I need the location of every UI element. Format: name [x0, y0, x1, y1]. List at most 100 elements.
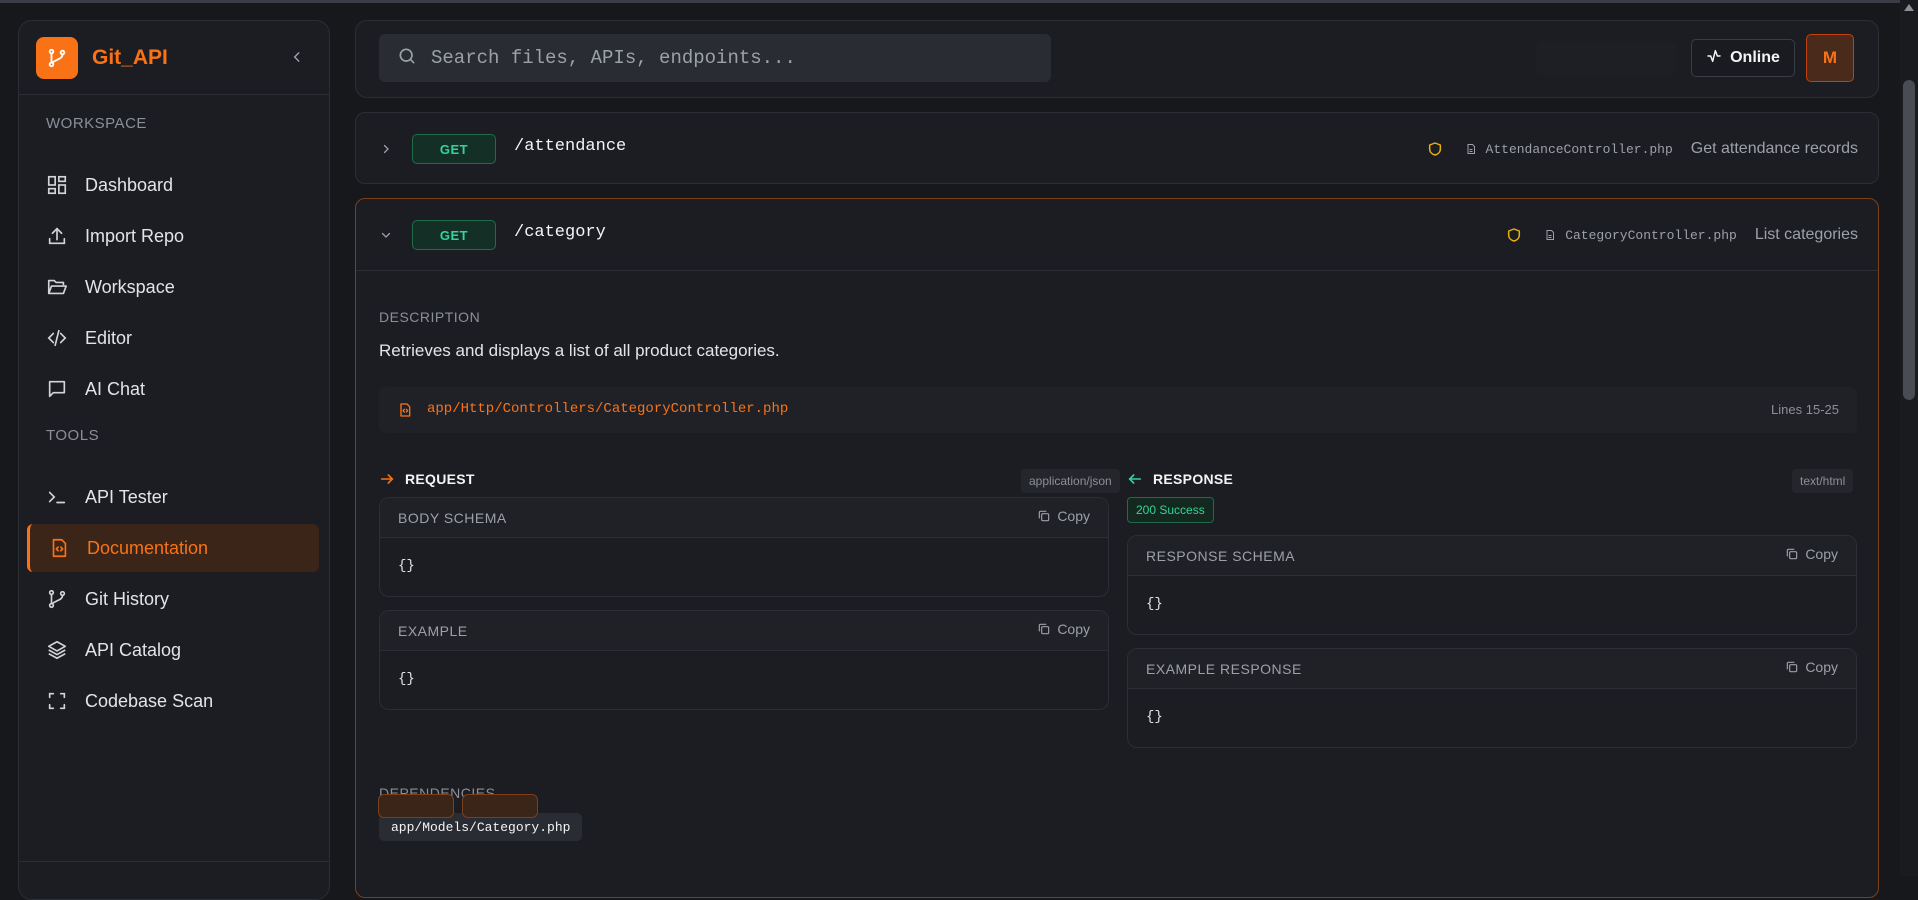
response-schema-label: RESPONSE SCHEMA — [1146, 548, 1296, 564]
response-title-label: RESPONSE — [1153, 471, 1234, 487]
file-code-icon — [47, 536, 71, 560]
endpoint-category: GET /category CategoryController.php Lis… — [355, 198, 1879, 898]
sidebar-item-codebase-scan[interactable]: Codebase Scan — [27, 677, 319, 725]
grid-icon — [45, 173, 69, 197]
tag-chip[interactable] — [378, 794, 454, 818]
git-branch-icon — [45, 587, 69, 611]
top-header: Online M — [355, 20, 1879, 98]
copy-button[interactable]: Copy — [1785, 659, 1838, 675]
header-placeholder — [1536, 41, 1676, 75]
copy-button[interactable]: Copy — [1037, 621, 1090, 637]
body-schema-box: BODY SCHEMA Copy {} — [379, 497, 1109, 597]
source-file-bar[interactable]: app/Http/Controllers/CategoryController.… — [379, 387, 1857, 433]
section-label-tools: TOOLS — [46, 427, 100, 444]
endpoint-attendance: GET /attendance AttendanceController.php… — [355, 112, 1879, 184]
copy-label: Copy — [1805, 546, 1838, 562]
brand: Git_API — [19, 21, 329, 95]
endpoint-meta: CategoryController.php List categories — [1505, 221, 1858, 249]
sidebar-item-label: AI Chat — [85, 378, 146, 399]
sidebar-item-label: API Tester — [85, 486, 168, 507]
request-title: REQUEST — [379, 471, 475, 487]
terminal-icon — [45, 485, 69, 509]
body-schema-label: BODY SCHEMA — [398, 510, 507, 526]
sidebar-item-label: Dashboard — [85, 174, 174, 195]
brand-name: Git_API — [92, 45, 168, 69]
sidebar-item-git-history[interactable]: Git History — [27, 575, 319, 623]
shield-icon — [1505, 226, 1523, 244]
git-branch-logo-icon — [36, 36, 78, 79]
request-content-type: application/json — [1021, 469, 1120, 493]
box-header: EXAMPLE RESPONSE Copy — [1128, 649, 1856, 689]
layers-icon — [45, 638, 69, 662]
file-icon — [1543, 227, 1557, 243]
copy-label: Copy — [1057, 621, 1090, 637]
sidebar-item-api-tester[interactable]: API Tester — [27, 473, 319, 521]
code-icon — [45, 326, 69, 350]
sidebar-item-ai-chat[interactable]: AI Chat — [27, 365, 319, 413]
response-schema-code: {} — [1146, 596, 1163, 612]
response-content-type: text/html — [1792, 469, 1854, 493]
source-file-path[interactable]: app/Http/Controllers/CategoryController.… — [427, 401, 788, 417]
online-status-label: Online — [1730, 49, 1780, 66]
online-status-button[interactable]: Online — [1691, 39, 1795, 77]
chevron-down-icon[interactable] — [376, 225, 396, 245]
search-input[interactable] — [431, 47, 1031, 69]
activity-icon — [1706, 48, 1730, 69]
copy-button[interactable]: Copy — [1785, 546, 1838, 562]
sidebar-item-workspace[interactable]: Workspace — [27, 263, 319, 311]
file-icon — [1464, 141, 1478, 157]
endpoint-summary: List categories — [1754, 226, 1858, 243]
copy-button[interactable]: Copy — [1037, 508, 1090, 524]
sidebar-item-editor[interactable]: Editor — [27, 314, 319, 362]
scroll-up-arrow-icon[interactable] — [1904, 4, 1914, 11]
description-label: DESCRIPTION — [379, 309, 481, 325]
collapse-sidebar-button[interactable] — [287, 47, 307, 67]
box-header: EXAMPLE Copy — [380, 611, 1108, 651]
chevron-right-icon[interactable] — [376, 139, 396, 159]
copy-icon — [1787, 661, 1798, 673]
message-icon — [45, 377, 69, 401]
endpoint-header[interactable]: GET /attendance AttendanceController.php… — [356, 113, 1878, 185]
status-badge: 200 Success — [1127, 497, 1214, 523]
example-label: EXAMPLE — [398, 623, 468, 639]
sidebar: Git_API WORKSPACE Dashboard Import Repo … — [18, 20, 330, 900]
upload-icon — [45, 224, 69, 248]
sidebar-item-dashboard[interactable]: Dashboard — [27, 161, 319, 209]
response-title: RESPONSE — [1127, 471, 1233, 487]
tag-chip[interactable] — [462, 794, 538, 818]
copy-icon — [1039, 623, 1050, 635]
response-example-code: {} — [1146, 709, 1163, 725]
response-example-box: EXAMPLE RESPONSE Copy {} — [1127, 648, 1857, 748]
box-header: BODY SCHEMA Copy — [380, 498, 1108, 538]
scan-icon — [45, 689, 69, 713]
scrollbar[interactable] — [1900, 0, 1918, 876]
file-code-icon — [397, 401, 413, 424]
source-lines: Lines 15-25 — [1771, 402, 1839, 417]
copy-icon — [1787, 548, 1798, 560]
sidebar-item-import-repo[interactable]: Import Repo — [27, 212, 319, 260]
sidebar-item-label: Documentation — [87, 537, 209, 558]
copy-label: Copy — [1805, 659, 1838, 675]
copy-label: Copy — [1057, 508, 1090, 524]
endpoint-path: /attendance — [514, 137, 627, 156]
body-schema-code: {} — [398, 558, 415, 574]
endpoint-path: /category — [514, 223, 606, 242]
example-response-label: EXAMPLE RESPONSE — [1146, 661, 1302, 677]
request-title-label: REQUEST — [405, 471, 475, 487]
sidebar-item-documentation[interactable]: Documentation — [27, 524, 319, 572]
sidebar-item-api-catalog[interactable]: API Catalog — [27, 626, 319, 674]
sidebar-footer-divider — [19, 861, 329, 862]
endpoint-header[interactable]: GET /category CategoryController.php Lis… — [356, 199, 1878, 271]
method-badge: GET — [412, 220, 496, 250]
controller-name: AttendanceController.php — [1485, 141, 1673, 157]
sidebar-item-label: Import Repo — [85, 225, 185, 246]
scrollbar-thumb[interactable] — [1903, 80, 1915, 400]
sidebar-item-label: API Catalog — [85, 639, 182, 660]
user-avatar[interactable]: M — [1806, 34, 1854, 82]
response-schema-box: RESPONSE SCHEMA Copy {} — [1127, 535, 1857, 635]
sidebar-item-label: Workspace — [85, 276, 175, 297]
request-example-code: {} — [398, 671, 415, 687]
search-bar[interactable] — [379, 34, 1051, 82]
shield-icon — [1426, 140, 1444, 158]
copy-icon — [1039, 510, 1050, 522]
